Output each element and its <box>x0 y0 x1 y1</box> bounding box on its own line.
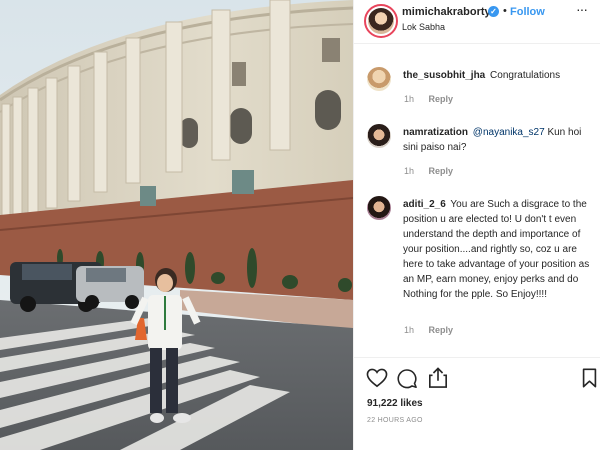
comment-text: namratization @nayanika_s27 Kun hoi sini… <box>403 125 593 155</box>
post-detail-panel: mimichakraborty ✓ • Follow ··· Lok Sabha… <box>353 0 600 450</box>
commenter-avatar[interactable] <box>367 67 391 91</box>
verified-badge-icon: ✓ <box>488 6 499 17</box>
post-header: mimichakraborty ✓ • Follow ··· Lok Sabha <box>354 0 600 44</box>
post-photo[interactable] <box>0 0 353 450</box>
comment-time: 1h <box>404 166 415 176</box>
commenter-avatar[interactable] <box>367 124 391 148</box>
commenter-username[interactable]: the_susobhit_jha <box>403 70 485 81</box>
reply-button[interactable]: Reply <box>429 166 454 176</box>
comment-meta: 1h Reply <box>404 325 453 335</box>
commenter-username[interactable]: aditi_2_6 <box>403 199 446 210</box>
comment-icon[interactable] <box>397 368 418 389</box>
commenter-username[interactable]: namratization <box>403 127 468 138</box>
likes-count[interactable]: 91,222 likes <box>367 398 423 409</box>
heart-icon[interactable] <box>366 368 388 388</box>
post-location[interactable]: Lok Sabha <box>402 22 445 32</box>
comment-mention[interactable]: @nayanika_s27 <box>473 127 545 138</box>
share-icon[interactable] <box>428 367 448 389</box>
comment-time: 1h <box>404 325 415 335</box>
comment-text: aditi_2_6 You are Such a disgrace to the… <box>403 197 591 302</box>
reply-button[interactable]: Reply <box>429 94 454 104</box>
comment-body: You are Such a disgrace to the position … <box>403 199 590 300</box>
post-timestamp: 22 HOURS AGO <box>367 417 423 424</box>
author-avatar[interactable] <box>364 4 398 38</box>
more-options-icon[interactable]: ··· <box>576 1 588 17</box>
bookmark-icon[interactable] <box>582 368 597 388</box>
reply-button[interactable]: Reply <box>429 325 454 335</box>
parliament-photo-illustration <box>0 0 353 450</box>
post-actions: 91,222 likes 22 HOURS AGO <box>354 357 600 450</box>
commenter-avatar[interactable] <box>367 196 391 220</box>
comment-body: Congratulations <box>490 70 561 81</box>
separator-dot: • <box>503 5 507 17</box>
author-username[interactable]: mimichakraborty <box>402 6 491 18</box>
follow-button[interactable]: Follow <box>510 6 545 18</box>
comment-time: 1h <box>404 94 415 104</box>
comment-meta: 1h Reply <box>404 166 453 176</box>
comment-meta: 1h Reply <box>404 94 453 104</box>
comment-text: the_susobhit_jha Congratulations <box>403 68 593 83</box>
